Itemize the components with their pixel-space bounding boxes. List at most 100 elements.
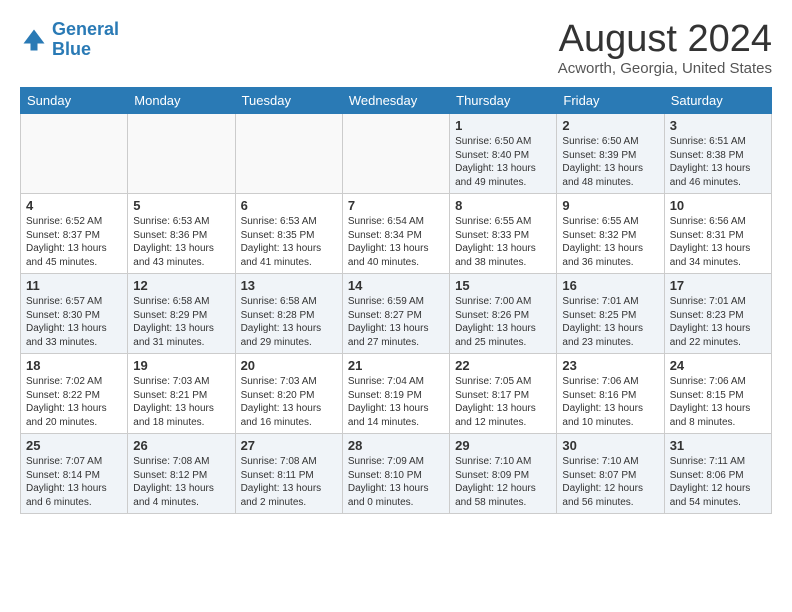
cell-info: Sunrise: 6:53 AM Sunset: 8:35 PM Dayligh… xyxy=(241,215,337,269)
calendar-cell: 3Sunrise: 6:51 AM Sunset: 8:38 PM Daylig… xyxy=(664,114,771,194)
calendar-cell: 21 Sunrise: 7:04 AM Sunset: 8:19 PM Dayli… xyxy=(342,354,449,434)
day-number: 29 xyxy=(455,438,551,453)
calendar-cell: 5Sunrise: 6:53 AM Sunset: 8:36 PM Daylig… xyxy=(128,194,235,274)
cell-info: Sunrise: 7:10 AM Sunset: 8:07 PM Dayligh… xyxy=(562,455,658,509)
weekday-header-sunday: Sunday xyxy=(21,88,128,114)
cell-info: Sunrise: 6:56 AM Sunset: 8:31 PM Dayligh… xyxy=(670,215,766,269)
calendar-table: SundayMondayTuesdayWednesdayThursdayFrid… xyxy=(20,87,772,514)
day-number: 1 xyxy=(455,118,551,133)
cell-info: Sunrise: 7:04 AM Sunset: 8:19 PM Dayligh… xyxy=(348,375,444,429)
calendar-cell: 18 Sunrise: 7:02 AM Sunset: 8:22 PM Dayli… xyxy=(21,354,128,434)
calendar-cell: 15 Sunrise: 7:00 AM Sunset: 8:26 PM Dayli… xyxy=(450,274,557,354)
cell-info: Sunrise: 6:57 AM Sunset: 8:30 PM Dayligh… xyxy=(26,295,122,349)
day-number: 7 xyxy=(348,198,444,213)
day-number: 10 xyxy=(670,198,766,213)
day-number: 23 xyxy=(562,358,658,373)
month-title: August 2024 xyxy=(558,20,772,58)
cell-info: Sunrise: 7:02 AM Sunset: 8:22 PM Dayligh… xyxy=(26,375,122,429)
cell-info: Sunrise: 7:03 AM Sunset: 8:20 PM Dayligh… xyxy=(241,375,337,429)
location: Acworth, Georgia, United States xyxy=(558,60,772,77)
weekday-header-friday: Friday xyxy=(557,88,664,114)
title-block: August 2024 Acworth, Georgia, United Sta… xyxy=(558,20,772,77)
week-row-1: 1 Sunrise: 6:50 AM Sunset: 8:40 PM Daylig… xyxy=(21,114,772,194)
day-number: 21 xyxy=(348,358,444,373)
cell-info: Sunrise: 6:53 AM Sunset: 8:36 PM Dayligh… xyxy=(133,215,229,269)
calendar-cell: 7 Sunrise: 6:54 AM Sunset: 8:34 PM Daylig… xyxy=(342,194,449,274)
logo-general: General xyxy=(52,19,119,39)
cell-info: Sunrise: 7:08 AM Sunset: 8:12 PM Dayligh… xyxy=(133,455,229,509)
weekday-header-monday: Monday xyxy=(128,88,235,114)
weekday-header-tuesday: Tuesday xyxy=(235,88,342,114)
day-number: 16 xyxy=(562,278,658,293)
cell-info: Sunrise: 7:01 AM Sunset: 8:23 PM Dayligh… xyxy=(670,295,766,349)
cell-info: Sunrise: 7:11 AM Sunset: 8:06 PM Dayligh… xyxy=(670,455,766,509)
header: General Blue August 2024 Acworth, Georgi… xyxy=(20,20,772,77)
calendar-cell: 2 Sunrise: 6:50 AM Sunset: 8:39 PM Daylig… xyxy=(557,114,664,194)
calendar-cell: 23 Sunrise: 7:06 AM Sunset: 8:16 PM Dayli… xyxy=(557,354,664,434)
calendar-cell xyxy=(128,114,235,194)
day-number: 27 xyxy=(241,438,337,453)
cell-info: Sunrise: 6:50 AM Sunset: 8:40 PM Dayligh… xyxy=(455,135,551,189)
calendar-cell: 8Sunrise: 6:55 AM Sunset: 8:33 PM Daylig… xyxy=(450,194,557,274)
week-row-3: 11Sunrise: 6:57 AM Sunset: 8:30 PM Dayli… xyxy=(21,274,772,354)
cell-info: Sunrise: 7:03 AM Sunset: 8:21 PM Dayligh… xyxy=(133,375,229,429)
cell-info: Sunrise: 7:05 AM Sunset: 8:17 PM Dayligh… xyxy=(455,375,551,429)
weekday-header-row: SundayMondayTuesdayWednesdayThursdayFrid… xyxy=(21,88,772,114)
cell-info: Sunrise: 7:00 AM Sunset: 8:26 PM Dayligh… xyxy=(455,295,551,349)
calendar-cell: 19 Sunrise: 7:03 AM Sunset: 8:21 PM Dayli… xyxy=(128,354,235,434)
calendar-cell: 22Sunrise: 7:05 AM Sunset: 8:17 PM Dayli… xyxy=(450,354,557,434)
day-number: 8 xyxy=(455,198,551,213)
calendar-cell: 25 Sunrise: 7:07 AM Sunset: 8:14 PM Dayli… xyxy=(21,434,128,514)
calendar-cell: 26 Sunrise: 7:08 AM Sunset: 8:12 PM Dayli… xyxy=(128,434,235,514)
day-number: 20 xyxy=(241,358,337,373)
logo-text: General Blue xyxy=(52,20,119,60)
calendar-cell: 11Sunrise: 6:57 AM Sunset: 8:30 PM Dayli… xyxy=(21,274,128,354)
cell-info: Sunrise: 7:08 AM Sunset: 8:11 PM Dayligh… xyxy=(241,455,337,509)
weekday-header-saturday: Saturday xyxy=(664,88,771,114)
week-row-2: 4Sunrise: 6:52 AM Sunset: 8:37 PM Daylig… xyxy=(21,194,772,274)
cell-info: Sunrise: 7:09 AM Sunset: 8:10 PM Dayligh… xyxy=(348,455,444,509)
day-number: 18 xyxy=(26,358,122,373)
cell-info: Sunrise: 7:01 AM Sunset: 8:25 PM Dayligh… xyxy=(562,295,658,349)
day-number: 6 xyxy=(241,198,337,213)
calendar-cell: 9 Sunrise: 6:55 AM Sunset: 8:32 PM Daylig… xyxy=(557,194,664,274)
day-number: 14 xyxy=(348,278,444,293)
calendar-cell: 30 Sunrise: 7:10 AM Sunset: 8:07 PM Dayli… xyxy=(557,434,664,514)
calendar-cell: 31 Sunrise: 7:11 AM Sunset: 8:06 PM Dayli… xyxy=(664,434,771,514)
calendar-cell: 20 Sunrise: 7:03 AM Sunset: 8:20 PM Dayli… xyxy=(235,354,342,434)
weekday-header-wednesday: Wednesday xyxy=(342,88,449,114)
cell-info: Sunrise: 7:10 AM Sunset: 8:09 PM Dayligh… xyxy=(455,455,551,509)
day-number: 13 xyxy=(241,278,337,293)
cell-info: Sunrise: 7:06 AM Sunset: 8:15 PM Dayligh… xyxy=(670,375,766,429)
day-number: 9 xyxy=(562,198,658,213)
day-number: 19 xyxy=(133,358,229,373)
cell-info: Sunrise: 6:54 AM Sunset: 8:34 PM Dayligh… xyxy=(348,215,444,269)
day-number: 12 xyxy=(133,278,229,293)
day-number: 4 xyxy=(26,198,122,213)
week-row-5: 25 Sunrise: 7:07 AM Sunset: 8:14 PM Dayli… xyxy=(21,434,772,514)
calendar-cell: 28Sunrise: 7:09 AM Sunset: 8:10 PM Dayli… xyxy=(342,434,449,514)
day-number: 31 xyxy=(670,438,766,453)
day-number: 26 xyxy=(133,438,229,453)
day-number: 30 xyxy=(562,438,658,453)
calendar-cell: 14 Sunrise: 6:59 AM Sunset: 8:27 PM Dayli… xyxy=(342,274,449,354)
day-number: 2 xyxy=(562,118,658,133)
cell-info: Sunrise: 6:50 AM Sunset: 8:39 PM Dayligh… xyxy=(562,135,658,189)
cell-info: Sunrise: 6:59 AM Sunset: 8:27 PM Dayligh… xyxy=(348,295,444,349)
day-number: 17 xyxy=(670,278,766,293)
calendar-cell: 13Sunrise: 6:58 AM Sunset: 8:28 PM Dayli… xyxy=(235,274,342,354)
calendar-cell: 17 Sunrise: 7:01 AM Sunset: 8:23 PM Dayli… xyxy=(664,274,771,354)
calendar-cell: 1 Sunrise: 6:50 AM Sunset: 8:40 PM Daylig… xyxy=(450,114,557,194)
calendar-cell: 10 Sunrise: 6:56 AM Sunset: 8:31 PM Dayli… xyxy=(664,194,771,274)
day-number: 15 xyxy=(455,278,551,293)
logo-blue: Blue xyxy=(52,39,91,59)
cell-info: Sunrise: 7:06 AM Sunset: 8:16 PM Dayligh… xyxy=(562,375,658,429)
day-number: 24 xyxy=(670,358,766,373)
day-number: 25 xyxy=(26,438,122,453)
cell-info: Sunrise: 7:07 AM Sunset: 8:14 PM Dayligh… xyxy=(26,455,122,509)
page: General Blue August 2024 Acworth, Georgi… xyxy=(0,0,792,524)
calendar-cell: 27 Sunrise: 7:08 AM Sunset: 8:11 PM Dayli… xyxy=(235,434,342,514)
calendar-cell: 24 Sunrise: 7:06 AM Sunset: 8:15 PM Dayli… xyxy=(664,354,771,434)
calendar-cell: 16 Sunrise: 7:01 AM Sunset: 8:25 PM Dayli… xyxy=(557,274,664,354)
cell-info: Sunrise: 6:55 AM Sunset: 8:32 PM Dayligh… xyxy=(562,215,658,269)
